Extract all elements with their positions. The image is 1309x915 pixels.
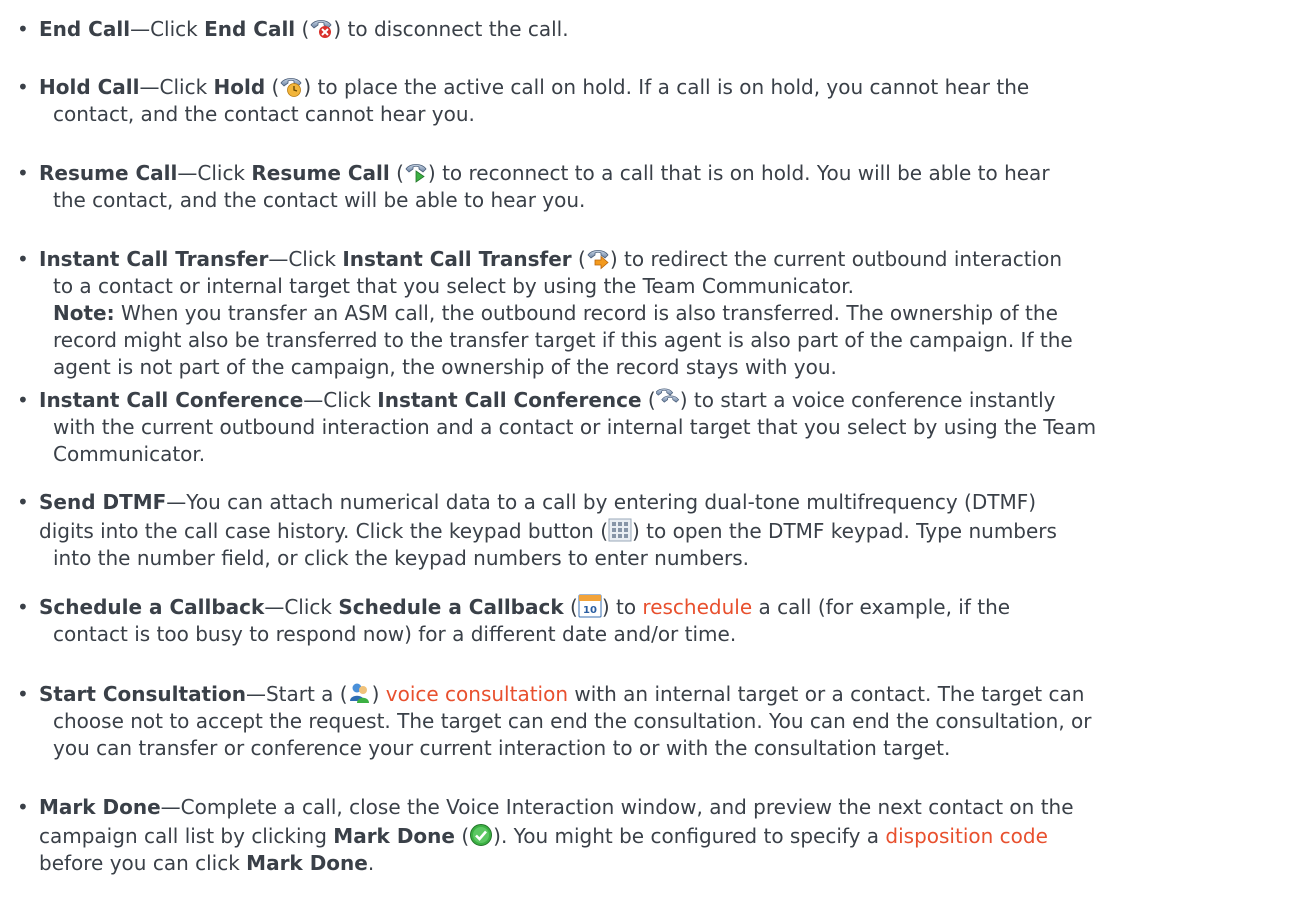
item-term: Resume Call <box>39 161 178 185</box>
item-line: Start Consultation—Start a () voice cons… <box>39 681 1085 706</box>
item-line: record might also be transferred to the … <box>53 328 1073 352</box>
item-term: Send DTMF <box>39 490 167 514</box>
item-line: campaign call list by clicking Mark Done… <box>39 823 1048 848</box>
item-line: Mark Done—Complete a call, close the Voi… <box>39 795 1074 819</box>
hold-icon[interactable] <box>279 74 303 98</box>
bullet: • <box>17 247 29 271</box>
bullet: • <box>17 682 29 706</box>
item-line: with the current outbound interaction an… <box>53 415 1097 439</box>
note-line: Note: When you transfer an ASM call, the… <box>53 301 1058 325</box>
item-term: Schedule a Callback <box>39 595 265 619</box>
bullet: • <box>17 595 29 619</box>
bullet: • <box>17 388 29 412</box>
calendar-day: 10 <box>583 605 597 616</box>
note-label: Note: <box>53 301 115 325</box>
item-line: agent is not part of the campaign, the o… <box>53 355 837 379</box>
bullet: • <box>17 795 29 819</box>
item-line: before you can click Mark Done. <box>39 851 375 875</box>
consult-icon[interactable] <box>348 681 372 705</box>
item-term: End Call <box>39 17 131 41</box>
item-term: Hold Call <box>39 75 140 99</box>
item-line: Resume Call—Click Resume Call () to reco… <box>39 160 1050 185</box>
item-line: Hold Call—Click Hold () to place the act… <box>39 74 1030 99</box>
conference-icon[interactable] <box>656 387 680 411</box>
item-line: the contact, and the contact will be abl… <box>53 188 586 212</box>
item-line: Send DTMF—You can attach numerical data … <box>39 490 1037 514</box>
item-term: Instant Call Conference <box>39 388 304 412</box>
keypad-icon[interactable] <box>608 518 632 542</box>
item-term: Instant Call Transfer <box>39 247 269 271</box>
resume-icon[interactable] <box>404 160 428 184</box>
item-line: Instant Call Transfer—Click Instant Call… <box>39 246 1063 271</box>
item-line: into the number field, or click the keyp… <box>53 546 749 570</box>
bullet: • <box>17 161 29 185</box>
item-line: Instant Call Conference—Click Instant Ca… <box>39 387 1056 412</box>
item-line: choose not to accept the request. The ta… <box>53 709 1092 733</box>
item-line: contact is too busy to respond now) for … <box>53 622 737 646</box>
item-line: you can transfer or conference your curr… <box>53 736 951 760</box>
item-line: to a contact or internal target that you… <box>53 274 855 298</box>
bullet: • <box>17 75 29 99</box>
voice-consultation-link[interactable]: voice consultation <box>386 682 568 706</box>
transfer-icon[interactable] <box>586 246 610 270</box>
reschedule-link[interactable]: reschedule <box>642 595 752 619</box>
item-line: contact, and the contact cannot hear you… <box>53 102 475 126</box>
item-term: Mark Done <box>39 795 161 819</box>
mark-done-icon[interactable] <box>469 823 493 847</box>
disposition-code-link[interactable]: disposition code <box>885 824 1047 848</box>
item-term: Start Consultation <box>39 682 246 706</box>
end-call-icon[interactable] <box>309 16 333 40</box>
item-line: End Call—Click End Call () to disconnect… <box>39 16 569 41</box>
item-line: Communicator. <box>53 442 206 466</box>
calendar-icon[interactable]: 10 <box>578 594 602 618</box>
item-line: Schedule a Callback—Click Schedule a Cal… <box>39 594 1011 619</box>
bullet: • <box>17 17 29 41</box>
item-line: digits into the call case history. Click… <box>39 518 1057 543</box>
bullet: • <box>17 490 29 514</box>
